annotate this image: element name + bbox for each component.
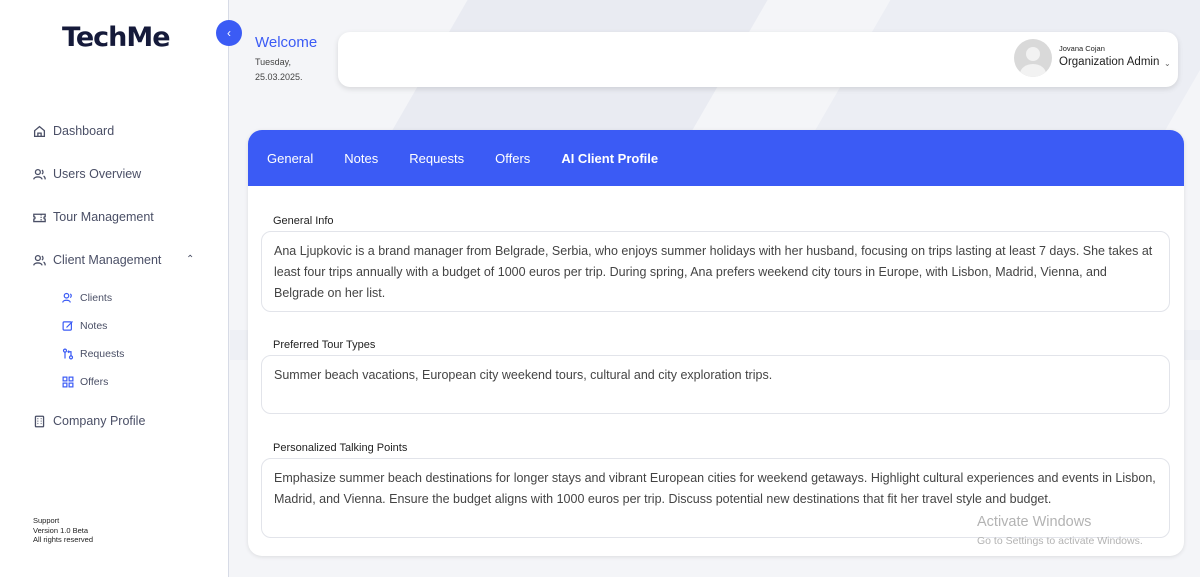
user-icon xyxy=(33,168,46,180)
sidebar-subitem-clients[interactable]: Clients xyxy=(62,292,112,304)
sidebar-item-label: Client Management xyxy=(53,253,162,267)
sidebar-item-client-management[interactable]: Client Management xyxy=(33,253,161,267)
home-icon xyxy=(33,125,46,137)
support-link[interactable]: Support xyxy=(33,516,93,526)
sidebar-item-company-profile[interactable]: Company Profile xyxy=(33,414,145,428)
tab-bar: General Notes Requests Offers AI Client … xyxy=(248,130,1184,186)
talking-points-label: Personalized Talking Points xyxy=(273,442,408,454)
tab-notes[interactable]: Notes xyxy=(344,151,378,166)
chevron-up-icon[interactable]: ⌃ xyxy=(186,254,194,265)
avatar[interactable] xyxy=(1014,39,1052,77)
sidebar-subitem-label: Notes xyxy=(80,320,108,332)
welcome-title: Welcome xyxy=(255,34,318,51)
building-icon xyxy=(34,415,45,427)
sidebar-subitem-requests[interactable]: Requests xyxy=(62,348,124,360)
sidebar-subitem-label: Clients xyxy=(80,292,113,304)
edit-icon xyxy=(62,321,73,331)
sidebar-item-label: Company Profile xyxy=(53,414,146,428)
users-icon xyxy=(62,292,72,303)
top-bar: Jovana Cojan Organization Admin ⌄ xyxy=(338,32,1178,87)
logo[interactable]: TechMe xyxy=(62,22,171,53)
tour-types-box: Summer beach vacations, European city we… xyxy=(261,355,1170,414)
sidebar-item-tour-management[interactable]: Tour Management xyxy=(33,210,154,224)
general-info-label: General Info xyxy=(273,215,334,227)
date-text: 25.03.2025. xyxy=(255,72,303,82)
date-display: Tuesday, 25.03.2025. xyxy=(255,55,303,85)
general-info-box: Ana Ljupkovic is a brand manager from Be… xyxy=(261,231,1170,312)
sidebar-subitem-label: Offers xyxy=(80,376,109,388)
sidebar-subitem-label: Requests xyxy=(80,348,125,360)
tab-requests[interactable]: Requests xyxy=(409,151,464,166)
day-text: Tuesday, xyxy=(255,57,292,67)
tab-offers[interactable]: Offers xyxy=(495,151,530,166)
version-text: Version 1.0 Beta xyxy=(33,525,89,535)
sidebar-item-label: Tour Management xyxy=(53,210,154,224)
activation-watermark-title: Activate Windows xyxy=(977,514,1092,530)
requests-icon xyxy=(62,348,74,360)
tab-ai-client-profile[interactable]: AI Client Profile xyxy=(561,151,658,166)
rights-text: All rights reserved xyxy=(33,535,94,544)
sidebar-item-dashboard[interactable]: Dashboard xyxy=(33,124,114,138)
sidebar-subitem-notes[interactable]: Notes xyxy=(62,320,107,332)
tour-types-label: Preferred Tour Types xyxy=(273,339,376,351)
sidebar-item-label: Dashboard xyxy=(53,124,115,138)
sidebar-item-label: Users Overview xyxy=(53,167,142,181)
user-name: Jovana Cojan xyxy=(1059,44,1105,53)
chevron-down-icon[interactable]: ⌄ xyxy=(1164,59,1171,68)
sidebar: TechMe Dashboard Users Overview Tour Man… xyxy=(0,0,229,577)
ticket-icon xyxy=(33,213,46,222)
sidebar-item-users-overview[interactable]: Users Overview xyxy=(33,167,141,181)
sidebar-collapse-button[interactable]: ‹ xyxy=(216,20,242,46)
tab-general[interactable]: General xyxy=(267,151,313,166)
user-role-dropdown[interactable]: Organization Admin xyxy=(1059,56,1159,68)
sidebar-subitem-offers[interactable]: Offers xyxy=(62,376,108,388)
grid-icon xyxy=(62,376,74,388)
sidebar-footer: Support Version 1.0 Beta All rights rese… xyxy=(33,516,93,545)
users-icon xyxy=(33,254,46,266)
activation-watermark-subtitle: Go to Settings to activate Windows. xyxy=(977,535,1143,547)
chevron-left-icon: ‹ xyxy=(227,26,231,40)
client-profile-card: General Notes Requests Offers AI Client … xyxy=(248,130,1184,556)
